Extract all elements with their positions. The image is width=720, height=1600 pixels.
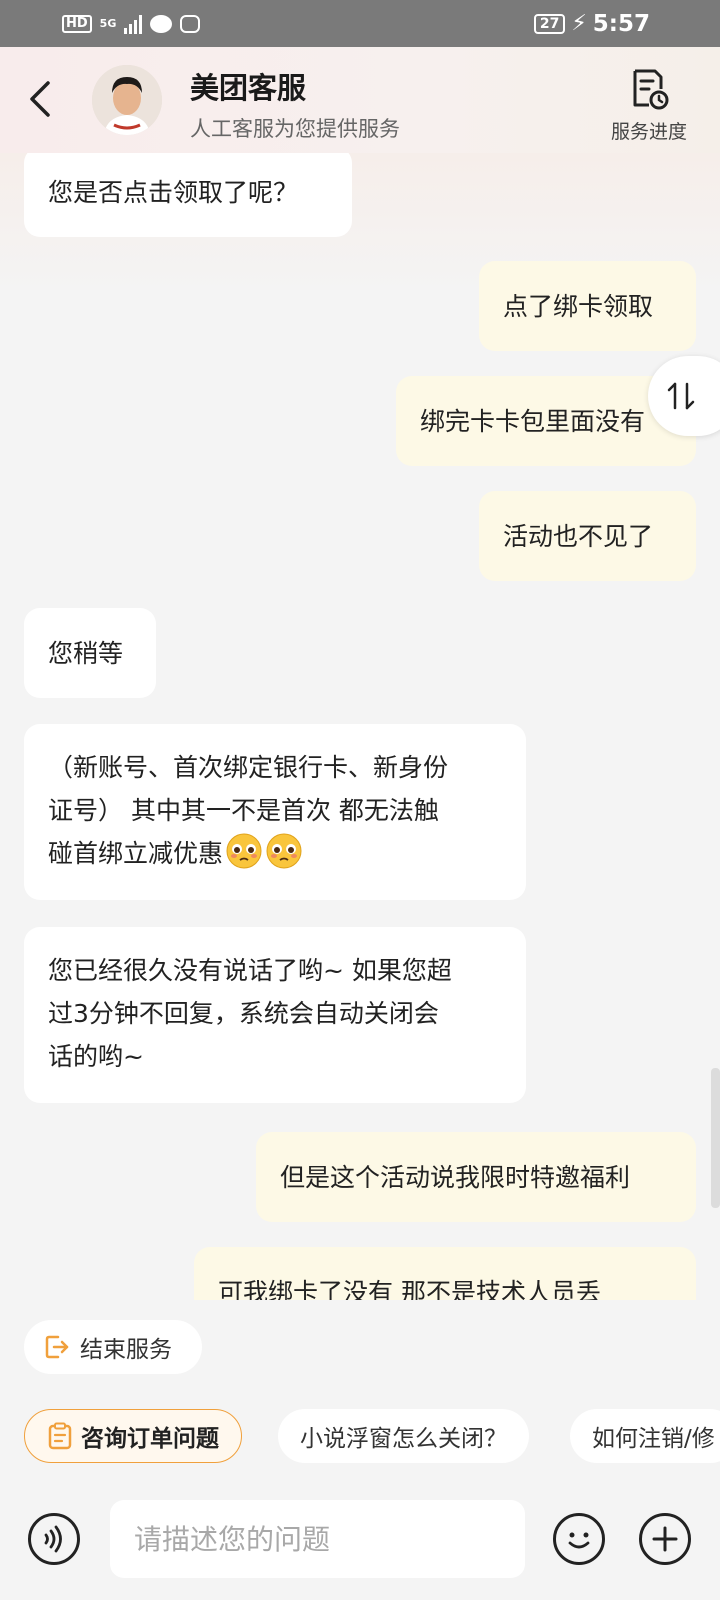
more-actions-button[interactable]: [639, 1513, 691, 1565]
message-bubble-agent[interactable]: 您已经很久没有说话了哟~ 如果您超 过3分钟不回复，系统会自动关闭会 话的哟~: [24, 927, 526, 1103]
chat-title: 美团客服: [190, 71, 307, 105]
quick-question-bar[interactable]: 咨询订单问题 小说浮窗怎么关闭？ 如何注销/修: [0, 1409, 720, 1465]
message-bubble-user[interactable]: 活动也不见了: [479, 491, 696, 581]
message-text: 可我绑卡了没有 那不是技术人员丢: [218, 1278, 601, 1300]
message-notification-icon: [150, 14, 173, 33]
quick-question-label: 小说浮窗怎么关闭？: [300, 1426, 507, 1452]
question-input[interactable]: [110, 1500, 525, 1578]
message-line: （新账号、首次绑定银行卡、新身份: [48, 753, 449, 782]
exit-icon: [45, 1335, 69, 1359]
message-bubble-agent[interactable]: 您稍等: [24, 608, 156, 698]
hd-indicator: HD: [62, 14, 92, 33]
input-bar: [0, 1475, 720, 1600]
chat-header: 美团客服 人工客服为您提供服务 服务进度: [0, 47, 720, 153]
service-progress-label: 服务进度: [610, 121, 687, 143]
plus-icon: [652, 1526, 678, 1552]
message-bubble-agent[interactable]: （新账号、首次绑定银行卡、新身份 证号） 其中其一不是首次 都无法触 碰首绑立减…: [24, 724, 526, 900]
pleading-face-icon: [226, 833, 262, 869]
message-text: 您稍等: [48, 639, 124, 668]
emoji-button[interactable]: [553, 1513, 605, 1565]
agent-avatar[interactable]: [92, 65, 162, 135]
clock: 5:57: [592, 10, 650, 37]
quick-question-label: 如何注销/修: [592, 1426, 715, 1452]
network-type: 5G: [99, 17, 117, 30]
status-left: HD 5G: [62, 14, 201, 34]
signal-icon: [124, 14, 143, 34]
quick-question-novel-window[interactable]: 小说浮窗怎么关闭？: [278, 1409, 529, 1463]
message-text: 但是这个活动说我限时特邀福利: [280, 1163, 631, 1192]
message-text: 您是否点击领取了呢？: [48, 178, 299, 207]
end-service-label: 结束服务: [80, 1337, 172, 1363]
app-notification-icon: [180, 14, 201, 33]
message-bubble-user[interactable]: 点了绑卡领取: [479, 261, 696, 351]
chevron-left-icon: [30, 81, 50, 117]
message-line-text: 碰首绑立减优惠: [48, 839, 224, 868]
back-button[interactable]: [26, 79, 56, 119]
service-progress-button[interactable]: 服务进度: [604, 67, 694, 147]
charging-icon: ⚡: [571, 11, 587, 36]
end-service-button[interactable]: 结束服务: [24, 1320, 202, 1374]
battery-icon: 27: [533, 13, 566, 34]
document-clock-icon: [633, 69, 669, 110]
voice-icon: [44, 1525, 62, 1553]
chat-messages[interactable]: 您是否点击领取了呢？ 点了绑卡领取 绑完卡卡包里面没有 活动也不见了 您稍等 （…: [0, 153, 720, 1300]
message-text: 点了绑卡领取: [503, 292, 654, 321]
pleading-face-icon: [266, 833, 302, 869]
status-right: 27 ⚡ 5:57: [533, 10, 650, 37]
status-bar: HD 5G 27 ⚡ 5:57: [0, 0, 720, 47]
smiley-icon: [568, 1532, 590, 1549]
chat-scrollbar[interactable]: [711, 1068, 720, 1208]
swap-vertical-icon: [667, 382, 695, 410]
message-line: 话的哟~: [48, 1042, 144, 1071]
message-bubble-user[interactable]: 但是这个活动说我限时特邀福利: [256, 1132, 696, 1222]
agent-avatar-image: [92, 65, 162, 135]
voice-input-button[interactable]: [28, 1513, 80, 1565]
message-line: 过3分钟不回复，系统会自动关闭会: [48, 999, 439, 1028]
message-bubble-user[interactable]: 可我绑卡了没有 那不是技术人员丢: [194, 1247, 696, 1300]
message-line: 证号） 其中其一不是首次 都无法触: [48, 796, 439, 825]
quick-question-label: 咨询订单问题: [81, 1426, 219, 1452]
message-text: 绑完卡卡包里面没有: [420, 407, 646, 436]
message-line: 您已经很久没有说话了哟~ 如果您超: [48, 956, 452, 985]
clipboard-icon: [48, 1422, 72, 1450]
quick-question-cancel-account[interactable]: 如何注销/修: [570, 1409, 720, 1463]
floating-switch-button[interactable]: [648, 356, 720, 436]
quick-question-order[interactable]: 咨询订单问题: [24, 1409, 242, 1463]
chat-subtitle: 人工客服为您提供服务: [190, 117, 400, 141]
message-bubble-agent[interactable]: 您是否点击领取了呢？: [24, 153, 352, 237]
message-line: 碰首绑立减优惠: [48, 832, 502, 875]
message-text: 活动也不见了: [503, 522, 654, 551]
